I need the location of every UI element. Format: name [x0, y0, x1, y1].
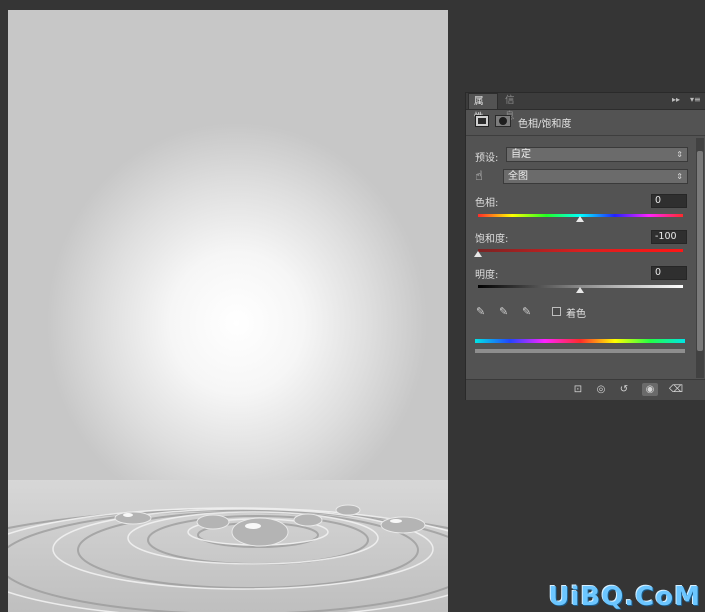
tab-properties[interactable]: 属性	[468, 93, 498, 123]
hue-label: 色相:	[475, 198, 499, 209]
channel-value: 全图	[508, 171, 528, 182]
panel-title: 色相/饱和度	[518, 119, 572, 130]
eyedropper-plus-icon[interactable]: ✎	[499, 305, 508, 318]
targeted-adjustment-hand-icon[interactable]: ☝	[475, 169, 483, 184]
trash-icon[interactable]: ⌫	[668, 383, 684, 396]
output-color-bar	[475, 349, 685, 353]
channel-dropdown[interactable]: 全图 ⇕	[503, 169, 688, 184]
view-previous-icon[interactable]: ◎	[593, 383, 609, 396]
dropdown-arrow-icon: ⇕	[676, 150, 683, 159]
adjustment-layer-icon	[475, 115, 489, 127]
colorize-label: 着色	[566, 309, 586, 320]
reset-icon[interactable]: ↺	[616, 383, 632, 396]
panel-menu-icon[interactable]: ▾≡	[690, 95, 701, 104]
eyedropper-minus-icon[interactable]: ✎	[522, 305, 531, 318]
panel-header: 色相/饱和度	[466, 110, 705, 136]
input-color-spectrum-bar	[475, 339, 685, 343]
saturation-slider-thumb[interactable]	[474, 251, 482, 257]
layer-mask-icon[interactable]	[495, 115, 511, 127]
lightness-label: 明度:	[475, 270, 499, 281]
saturation-value-field[interactable]: -100	[651, 230, 687, 244]
preset-dropdown[interactable]: 自定 ⇕	[506, 147, 688, 162]
water-splash-image	[8, 10, 448, 612]
preset-label: 预设:	[475, 153, 499, 164]
eyedropper-icon[interactable]: ✎	[476, 305, 485, 318]
preset-value: 自定	[511, 149, 531, 160]
document-canvas[interactable]	[8, 10, 448, 612]
double-arrow-icon[interactable]: ▸▸	[672, 95, 680, 104]
panel-scrollbar-thumb[interactable]	[697, 151, 703, 351]
colorize-checkbox[interactable]	[552, 307, 561, 316]
clip-to-layer-icon[interactable]: ⊡	[570, 383, 586, 396]
hue-slider-thumb[interactable]	[576, 216, 584, 222]
properties-panel: 属性 信息 ▸▸ ▾≡ 色相/饱和度 预设: 自定 ⇕ ☝ 全图 ⇕ 色相: 0…	[465, 92, 705, 400]
dropdown-arrow-icon: ⇕	[676, 172, 683, 181]
tab-info[interactable]: 信息	[500, 93, 528, 122]
panel-tab-bar: 属性 信息 ▸▸ ▾≡	[466, 93, 705, 123]
visibility-eye-icon[interactable]: ◉	[642, 383, 658, 396]
saturation-label: 饱和度:	[475, 234, 509, 245]
saturation-slider-track[interactable]	[478, 249, 683, 252]
panel-footer: ⊡ ◎ ↺ ◉ ⌫	[466, 379, 705, 400]
hue-value-field[interactable]: 0	[651, 194, 687, 208]
lightness-value-field[interactable]: 0	[651, 266, 687, 280]
site-watermark: UiBQ.CoM	[548, 582, 701, 612]
lightness-slider-thumb[interactable]	[576, 287, 584, 293]
